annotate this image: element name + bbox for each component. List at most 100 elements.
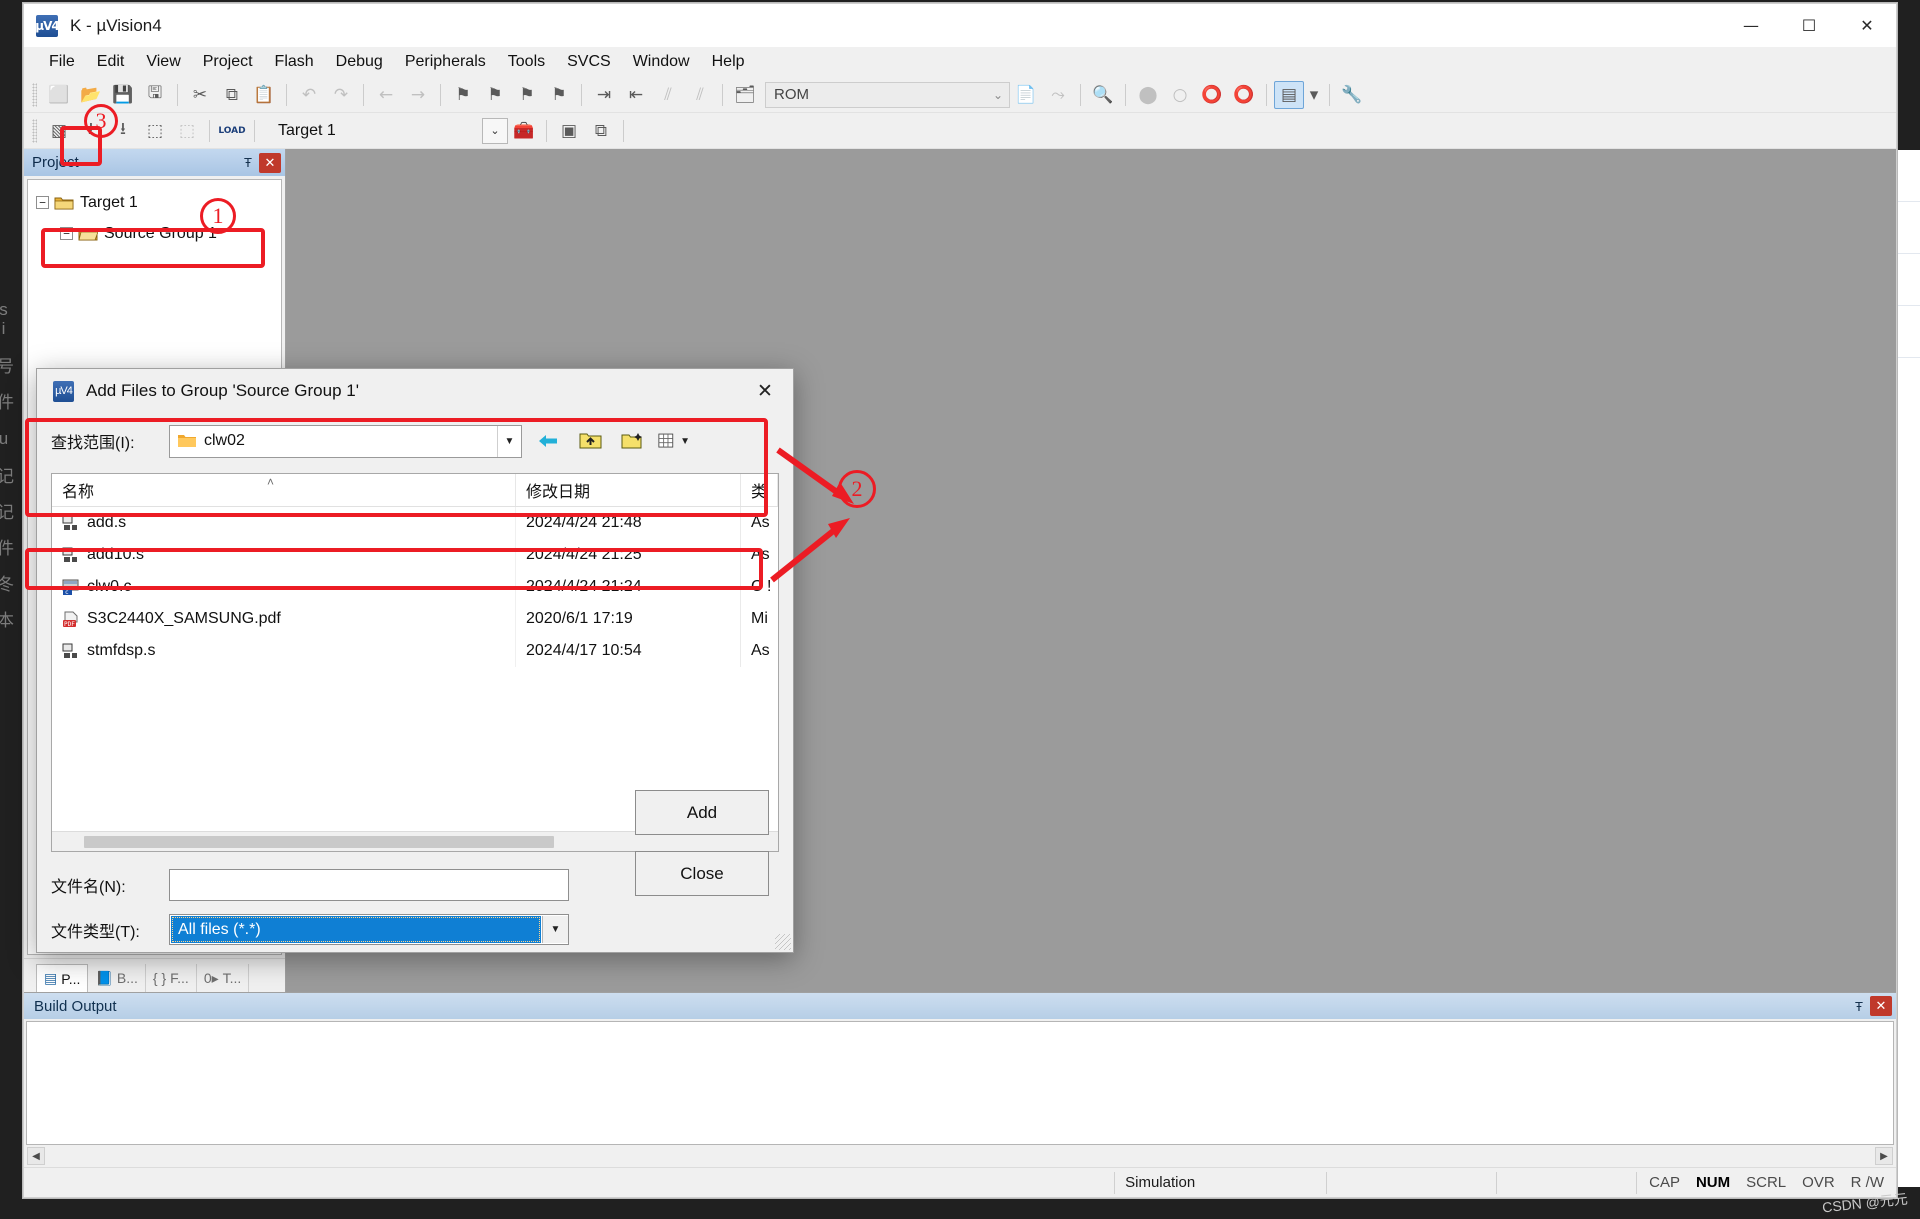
folder-icon <box>178 435 196 447</box>
menu-window[interactable]: Window <box>622 50 701 74</box>
run-to-cursor-button[interactable]: ⤳ <box>1043 81 1073 109</box>
tab-books[interactable]: 📘 B... <box>88 964 146 992</box>
bookmark-next-button[interactable]: ⚑ <box>512 81 542 109</box>
menu-peripherals[interactable]: Peripherals <box>394 50 497 74</box>
back-icon[interactable] <box>532 426 564 456</box>
target-select[interactable]: Target 1 <box>267 116 482 145</box>
save-button[interactable]: 💾 <box>108 81 138 109</box>
column-header-type[interactable]: 类 <box>741 474 778 506</box>
scroll-right-icon[interactable]: ▶ <box>1875 1147 1893 1165</box>
build-output-text[interactable] <box>26 1021 1894 1145</box>
filename-input[interactable] <box>169 868 569 901</box>
new-folder-icon[interactable] <box>616 426 648 456</box>
tree-item-target-1[interactable]: − Target 1 <box>28 187 281 218</box>
maximize-button[interactable]: ☐ <box>1780 4 1838 47</box>
filetype-select[interactable]: All files (*.*) ▼ <box>169 914 569 945</box>
file-row-stmfdsp-s[interactable]: stmfdsp.s 2024/4/17 10:54 As <box>52 635 778 667</box>
save-all-button[interactable]: 🖫 <box>140 81 170 109</box>
comment-lines-button[interactable]: ⫽ <box>653 81 683 109</box>
find-in-files-button[interactable]: 📄 <box>1011 81 1041 109</box>
column-header-name[interactable]: 名称 ˄ <box>52 474 516 506</box>
find-button[interactable]: 🔍 <box>1088 81 1118 109</box>
minimize-button[interactable]: — <box>1722 4 1780 47</box>
breakpoint-disable-all-button[interactable]: ⭕ <box>1197 81 1227 109</box>
view-mode-icon[interactable]: ▼ <box>658 426 690 456</box>
copy-button[interactable]: ⧉ <box>217 81 247 109</box>
chevron-down-icon[interactable]: ▼ <box>542 916 568 943</box>
menu-svcs[interactable]: SVCS <box>556 50 622 74</box>
up-one-level-icon[interactable] <box>574 426 606 456</box>
uncomment-lines-button[interactable]: ⫽ <box>685 81 715 109</box>
close-icon[interactable]: ✕ <box>259 152 281 173</box>
undo-button[interactable]: ↶ <box>294 81 324 109</box>
build-output-scrollbar[interactable]: ◀ ▶ <box>24 1145 1896 1167</box>
project-window-dropdown[interactable]: ▾ <box>1306 81 1322 109</box>
menu-file[interactable]: File <box>38 50 86 74</box>
new-file-button[interactable]: ⬜ <box>44 81 74 109</box>
menu-edit[interactable]: Edit <box>86 50 136 74</box>
tab-templates[interactable]: 0▸ T... <box>197 964 250 992</box>
indent-button[interactable]: ⇥ <box>589 81 619 109</box>
bookmark-toggle-button[interactable]: ⚑ <box>448 81 478 109</box>
navigate-forward-button[interactable]: → <box>403 81 433 109</box>
target-options-button[interactable]: 🧰 <box>509 117 539 145</box>
bookmark-clear-button[interactable]: ⚑ <box>544 81 574 109</box>
scroll-left-icon[interactable]: ◀ <box>27 1147 45 1165</box>
toolbar-grip[interactable] <box>32 82 37 107</box>
menu-help[interactable]: Help <box>701 50 756 74</box>
breakpoint-disable-button[interactable]: ○ <box>1165 81 1195 109</box>
look-in-select[interactable]: clw02 ▼ <box>169 424 522 458</box>
rebuild-all-button[interactable]: ⭳ <box>108 117 138 145</box>
configuration-wizard-button[interactable]: 🔧 <box>1337 81 1367 109</box>
tab-functions[interactable]: { } F... <box>146 964 197 992</box>
expander-icon[interactable]: − <box>60 227 73 240</box>
close-button[interactable]: ✕ <box>1838 4 1896 47</box>
status-rw: R /W <box>1850 1174 1884 1191</box>
manage-components-button[interactable]: ▣ <box>554 117 584 145</box>
menu-debug[interactable]: Debug <box>325 50 394 74</box>
add-button[interactable]: Add <box>635 790 769 835</box>
file-row-add10-s[interactable]: add10.s 2024/4/24 21:25 As <box>52 539 778 571</box>
rom-select[interactable]: ROM ⌄ <box>765 81 1010 108</box>
close-button[interactable]: Close <box>635 851 769 896</box>
close-icon[interactable]: ✕ <box>1870 996 1892 1016</box>
toolbar-grip[interactable] <box>32 118 37 143</box>
menu-view[interactable]: View <box>135 50 191 74</box>
tab-project[interactable]: ▤ P... <box>36 964 89 992</box>
scrollbar-thumb[interactable] <box>84 835 554 848</box>
breakpoint-kill-all-button[interactable]: ⭕ <box>1229 81 1259 109</box>
file-row-s3c2440x-samsung-pdf[interactable]: PDF S3C2440X_SAMSUNG.pdf 2020/6/1 17:19 … <box>52 603 778 635</box>
paste-button[interactable]: 📋 <box>249 81 279 109</box>
add-files-dialog: µV4 Add Files to Group 'Source Group 1' … <box>36 368 794 953</box>
translate-button[interactable]: ▧ <box>44 117 74 145</box>
menu-tools[interactable]: Tools <box>497 50 556 74</box>
navigate-back-button[interactable]: ← <box>371 81 401 109</box>
breakpoint-insert-button[interactable]: ⬤ <box>1133 81 1163 109</box>
redo-button[interactable]: ↷ <box>326 81 356 109</box>
memory-config-icon[interactable]: 🗂 <box>730 81 760 109</box>
tree-item-source-group-1[interactable]: − Source Group 1 <box>28 218 281 249</box>
batch-build-button[interactable]: ⬚ <box>140 117 170 145</box>
stop-build-button[interactable]: ⬚ <box>172 117 202 145</box>
outdent-button[interactable]: ⇤ <box>621 81 651 109</box>
bookmark-prev-button[interactable]: ⚑ <box>480 81 510 109</box>
project-window-toggle-button[interactable]: ▤ <box>1274 80 1304 109</box>
pin-icon[interactable]: Ŧ <box>237 153 259 173</box>
dialog-close-button[interactable]: ✕ <box>737 369 793 413</box>
chevron-down-icon[interactable]: ⌄ <box>482 117 508 144</box>
build-target-button[interactable]: ⭳ <box>76 117 106 145</box>
expander-icon[interactable]: − <box>36 196 49 209</box>
cut-button[interactable]: ✂ <box>185 81 215 109</box>
project-panel-title: Project <box>32 154 79 171</box>
file-row-clw0-c[interactable]: c clw0.c 2024/4/24 21:24 C ! <box>52 571 778 603</box>
menu-project[interactable]: Project <box>192 50 264 74</box>
open-file-button[interactable]: 📂 <box>76 81 106 109</box>
chevron-down-icon[interactable]: ▼ <box>497 425 521 457</box>
pin-icon[interactable]: Ŧ <box>1848 996 1870 1016</box>
file-row-add-s[interactable]: add.s 2024/4/24 21:48 As <box>52 507 778 539</box>
manage-multi-project-button[interactable]: ⧉ <box>586 117 616 145</box>
menu-flash[interactable]: Flash <box>264 50 325 74</box>
column-header-date-modified[interactable]: 修改日期 <box>516 474 741 506</box>
resize-grip[interactable] <box>775 934 791 950</box>
download-button[interactable]: LOAD <box>217 117 247 145</box>
